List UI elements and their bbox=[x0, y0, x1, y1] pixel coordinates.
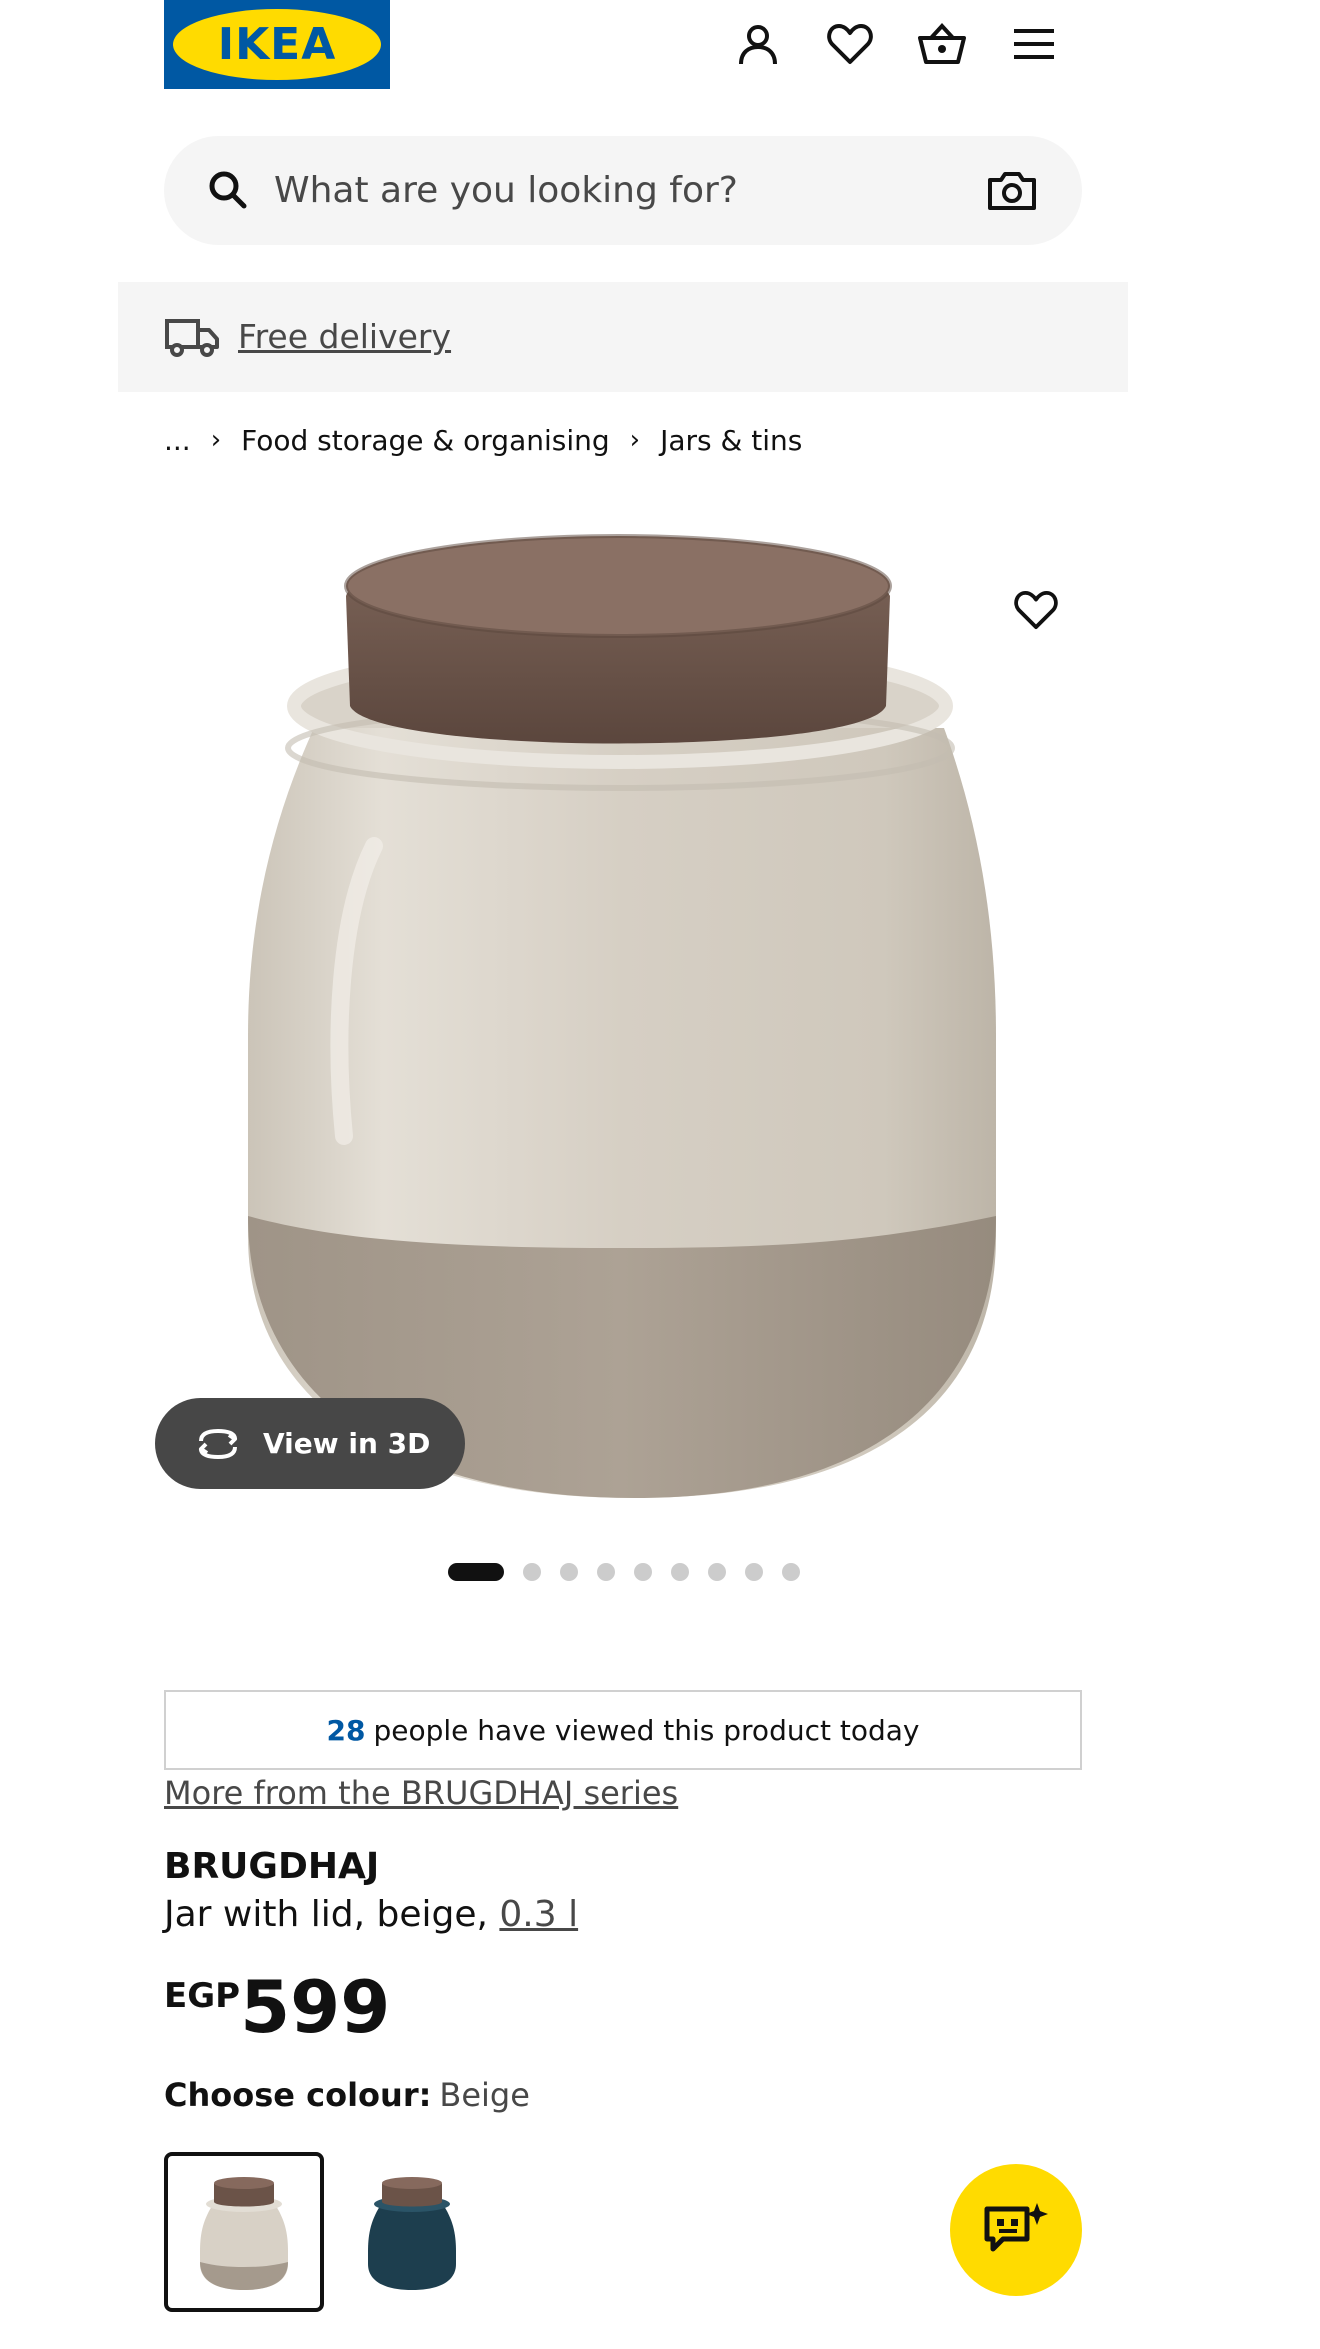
basket-icon[interactable] bbox=[912, 14, 972, 74]
heart-icon bbox=[1014, 590, 1058, 630]
view-in-3d-button[interactable]: View in 3D bbox=[155, 1398, 465, 1489]
wishlist-icon[interactable] bbox=[820, 14, 880, 74]
chevron-right-icon: › bbox=[210, 425, 222, 455]
carousel-dot[interactable] bbox=[708, 1563, 726, 1581]
breadcrumb: ... › Food storage & organising › Jars &… bbox=[164, 418, 802, 462]
chat-sparkle-icon bbox=[984, 2203, 1048, 2252]
jar-illustration bbox=[248, 534, 996, 1498]
rotate-3d-icon bbox=[199, 1428, 237, 1459]
carousel-dot[interactable] bbox=[782, 1563, 800, 1581]
colour-chooser-label: Choose colour: Beige bbox=[164, 2076, 530, 2114]
chevron-right-icon: › bbox=[629, 425, 641, 455]
colour-label: Choose colour: bbox=[164, 2076, 432, 2114]
series-link[interactable]: More from the BRUGDHAJ series bbox=[164, 1774, 678, 1812]
delivery-banner: Free delivery bbox=[118, 282, 1128, 392]
chat-assistant-button[interactable] bbox=[950, 2164, 1082, 2296]
free-delivery-link[interactable]: Free delivery bbox=[238, 282, 451, 392]
price-currency: EGP bbox=[164, 1976, 241, 2016]
menu-icon[interactable] bbox=[1004, 14, 1064, 74]
colour-swatch-beige[interactable] bbox=[164, 2152, 324, 2312]
truck-icon bbox=[165, 319, 219, 357]
save-to-wishlist-button[interactable] bbox=[1006, 580, 1066, 640]
viewed-today-notice: 28 people have viewed this product today bbox=[164, 1690, 1082, 1770]
product-size-link[interactable]: 0.3 l bbox=[499, 1894, 578, 1935]
price-amount: 599 bbox=[240, 1965, 391, 2049]
search-icon bbox=[209, 171, 247, 209]
colour-swatch-dark-blue[interactable] bbox=[332, 2152, 492, 2312]
product-image[interactable] bbox=[164, 516, 1124, 1524]
image-carousel-dots bbox=[448, 1562, 819, 1582]
camera-icon[interactable] bbox=[986, 166, 1038, 216]
carousel-dot[interactable] bbox=[671, 1563, 689, 1581]
colour-value: Beige bbox=[439, 2076, 530, 2114]
product-description-text: Jar with lid, beige, bbox=[164, 1894, 488, 1935]
carousel-dot[interactable] bbox=[560, 1563, 578, 1581]
beige-jar-thumbnail bbox=[200, 2177, 288, 2290]
product-description: Jar with lid, beige, 0.3 l bbox=[164, 1894, 578, 1935]
logo-text: IKEA bbox=[217, 19, 337, 70]
viewed-count: 28 bbox=[326, 1713, 366, 1747]
search-input[interactable]: What are you looking for? bbox=[274, 136, 738, 245]
search-bar[interactable]: What are you looking for? bbox=[164, 136, 1082, 245]
carousel-dot[interactable] bbox=[523, 1563, 541, 1581]
carousel-dot[interactable] bbox=[745, 1563, 763, 1581]
carousel-dot[interactable] bbox=[448, 1563, 504, 1581]
breadcrumb-item[interactable]: Food storage & organising bbox=[241, 424, 610, 457]
product-price: EGP 599 bbox=[164, 1968, 390, 2048]
viewed-text: people have viewed this product today bbox=[373, 1713, 920, 1747]
view-in-3d-label: View in 3D bbox=[263, 1427, 431, 1460]
account-icon[interactable] bbox=[728, 14, 788, 74]
carousel-dot[interactable] bbox=[597, 1563, 615, 1581]
carousel-dot[interactable] bbox=[634, 1563, 652, 1581]
breadcrumb-item[interactable]: Jars & tins bbox=[660, 424, 802, 457]
dark-blue-jar-thumbnail bbox=[368, 2177, 456, 2290]
product-name: BRUGDHAJ bbox=[164, 1846, 380, 1887]
breadcrumb-ellipsis[interactable]: ... bbox=[164, 424, 191, 457]
ikea-logo[interactable]: IKEA bbox=[164, 0, 390, 89]
